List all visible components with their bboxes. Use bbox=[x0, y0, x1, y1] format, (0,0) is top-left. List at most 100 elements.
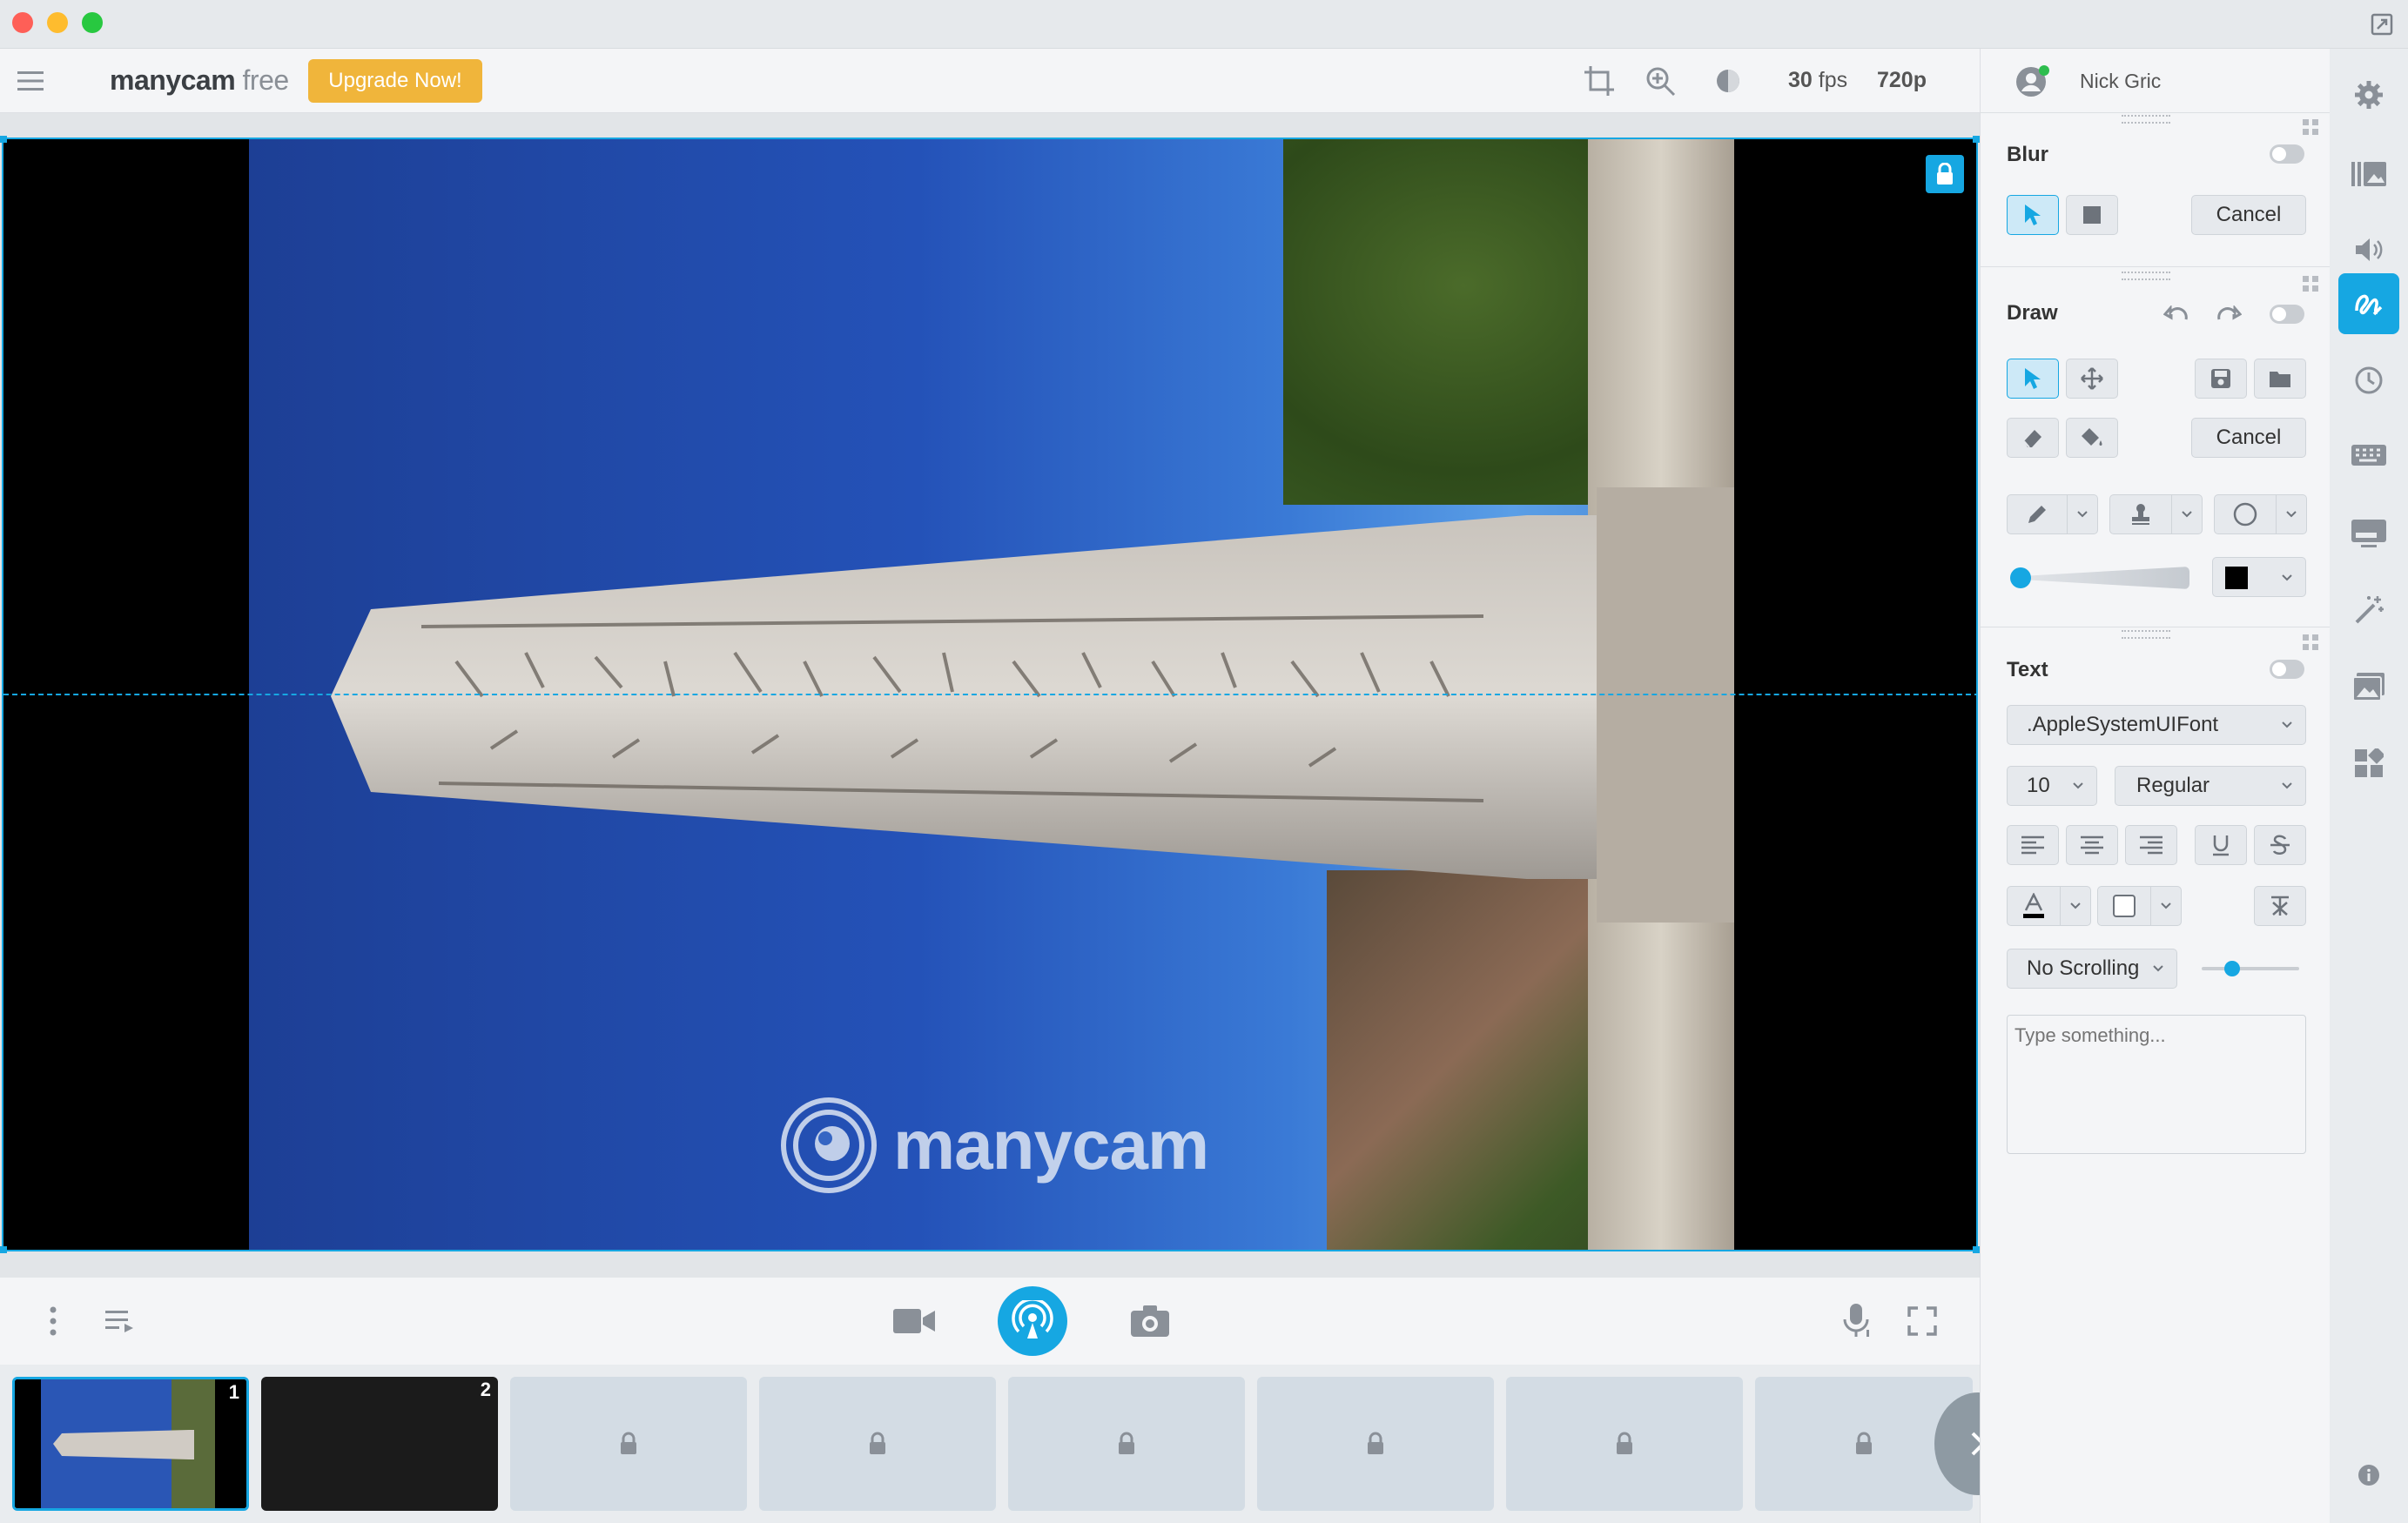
pencil-options-dropdown[interactable] bbox=[2067, 494, 2098, 534]
minimize-window-button[interactable] bbox=[47, 12, 68, 33]
hamburger-menu-icon[interactable] bbox=[16, 66, 45, 96]
upgrade-now-button[interactable]: Upgrade Now! bbox=[308, 59, 482, 103]
chevron-down-icon bbox=[2282, 574, 2292, 581]
preset-slot-1[interactable]: 1 bbox=[12, 1377, 249, 1511]
blur-select-tool-button[interactable] bbox=[2007, 195, 2059, 235]
chevron-down-icon bbox=[2286, 511, 2297, 518]
settings-icon[interactable] bbox=[2338, 64, 2399, 125]
record-video-icon[interactable] bbox=[891, 1300, 937, 1342]
fps-indicator[interactable]: 30 fps bbox=[1788, 68, 1847, 93]
more-options-icon[interactable] bbox=[38, 1304, 68, 1338]
scroll-speed-slider[interactable] bbox=[2202, 958, 2299, 979]
text-color-dropdown[interactable] bbox=[2060, 886, 2091, 926]
section-drag-handle[interactable] bbox=[2122, 630, 2170, 639]
text-input-area[interactable] bbox=[2007, 1015, 2306, 1154]
draw-cancel-button[interactable]: Cancel bbox=[2191, 418, 2306, 458]
fullscreen-toggle-icon[interactable] bbox=[2370, 12, 2394, 37]
blur-rectangle-tool-button[interactable] bbox=[2066, 195, 2118, 235]
stamp-tool-button[interactable] bbox=[2109, 494, 2172, 534]
font-style-select[interactable]: Regular bbox=[2115, 766, 2306, 806]
align-right-button[interactable] bbox=[2125, 825, 2177, 865]
close-window-button[interactable] bbox=[12, 12, 33, 33]
draw-title: Draw bbox=[2007, 301, 2058, 325]
redo-icon[interactable] bbox=[2214, 299, 2243, 329]
resolution-indicator[interactable]: 720p bbox=[1877, 68, 1927, 93]
lock-icon bbox=[1365, 1432, 1386, 1456]
microphone-icon[interactable] bbox=[1839, 1302, 1873, 1340]
playlist-icon[interactable] bbox=[103, 1304, 138, 1338]
align-left-button[interactable] bbox=[2007, 825, 2059, 865]
section-grid-icon[interactable] bbox=[2302, 275, 2319, 292]
chevron-down-icon bbox=[2077, 511, 2088, 518]
go-live-broadcast-button[interactable] bbox=[998, 1286, 1067, 1356]
shape-options-dropdown[interactable] bbox=[2276, 494, 2307, 534]
widgets-icon[interactable] bbox=[2338, 733, 2399, 794]
font-family-select[interactable]: .AppleSystemUIFont bbox=[2007, 705, 2306, 745]
resize-handle-br[interactable] bbox=[1973, 1246, 1980, 1253]
draw-toggle[interactable] bbox=[2270, 305, 2304, 324]
scrolling-mode-select[interactable]: No Scrolling bbox=[2007, 949, 2177, 989]
strikethrough-button[interactable] bbox=[2254, 825, 2306, 865]
info-icon[interactable] bbox=[2338, 1445, 2399, 1506]
effects-wand-icon[interactable] bbox=[2338, 580, 2399, 641]
font-size-select[interactable]: 10 bbox=[2007, 766, 2097, 806]
user-account-row[interactable]: Nick Gric bbox=[1981, 49, 2331, 113]
stamp-options-dropdown[interactable] bbox=[2171, 494, 2203, 534]
preset-slot-2[interactable]: 2 bbox=[261, 1377, 498, 1511]
keyboard-shortcuts-icon[interactable] bbox=[2338, 426, 2399, 487]
underline-button[interactable] bbox=[2195, 825, 2247, 865]
audio-icon[interactable] bbox=[2338, 219, 2399, 280]
draw-color-picker[interactable] bbox=[2212, 557, 2306, 597]
align-center-button[interactable] bbox=[2066, 825, 2118, 865]
clear-formatting-button[interactable] bbox=[2254, 886, 2306, 926]
draw-move-tool-button[interactable] bbox=[2066, 359, 2118, 399]
font-size-value: 10 bbox=[2027, 774, 2050, 797]
draw-eraser-tool-button[interactable] bbox=[2007, 418, 2059, 458]
snapshot-camera-icon[interactable] bbox=[1130, 1302, 1170, 1340]
user-avatar-icon bbox=[2015, 64, 2050, 99]
brightness-icon[interactable] bbox=[1710, 63, 1746, 99]
draw-fill-tool-button[interactable] bbox=[2066, 418, 2118, 458]
blur-cancel-button[interactable]: Cancel bbox=[2191, 195, 2306, 235]
pencil-tool-button[interactable] bbox=[2007, 494, 2068, 534]
circle-shape-icon bbox=[2233, 502, 2257, 527]
preset-slot-locked[interactable] bbox=[510, 1377, 747, 1511]
background-color-button[interactable] bbox=[2097, 886, 2151, 926]
section-drag-handle[interactable] bbox=[2122, 115, 2170, 124]
effects-panel: Nick Gric Blur Cancel Draw Cancel Text .… bbox=[1980, 49, 2331, 1523]
images-icon[interactable] bbox=[2338, 656, 2399, 717]
resize-handle-bl[interactable] bbox=[0, 1246, 7, 1253]
media-library-icon[interactable] bbox=[2338, 143, 2399, 204]
blur-toggle[interactable] bbox=[2270, 144, 2304, 164]
lock-icon bbox=[618, 1432, 639, 1456]
shape-tool-button[interactable] bbox=[2214, 494, 2277, 534]
undo-icon[interactable] bbox=[2162, 299, 2191, 329]
pencil-icon bbox=[2028, 506, 2046, 523]
text-toggle[interactable] bbox=[2270, 660, 2304, 679]
crop-icon[interactable] bbox=[1581, 63, 1618, 99]
lock-icon[interactable] bbox=[1926, 155, 1964, 193]
background-color-dropdown[interactable] bbox=[2150, 886, 2182, 926]
zoom-icon[interactable] bbox=[1642, 63, 1678, 99]
preset-slot-locked[interactable] bbox=[759, 1377, 996, 1511]
resize-handle-tl[interactable] bbox=[0, 136, 7, 143]
preset-slot-locked[interactable] bbox=[1506, 1377, 1743, 1511]
zoom-window-button[interactable] bbox=[82, 12, 103, 33]
preset-slot-locked[interactable] bbox=[1257, 1377, 1494, 1511]
video-preview[interactable]: manycam bbox=[2, 138, 1978, 1251]
lower-third-icon[interactable] bbox=[2338, 503, 2399, 564]
section-grid-icon[interactable] bbox=[2302, 118, 2319, 136]
preset-slot-locked[interactable] bbox=[1008, 1377, 1245, 1511]
draw-select-tool-button[interactable] bbox=[2007, 359, 2059, 399]
history-clock-icon[interactable] bbox=[2338, 350, 2399, 411]
resize-handle-tr[interactable] bbox=[1973, 136, 1980, 143]
fullscreen-icon[interactable] bbox=[1905, 1304, 1940, 1338]
draw-icon[interactable] bbox=[2338, 273, 2399, 334]
draw-open-folder-button[interactable] bbox=[2254, 359, 2306, 399]
section-drag-handle[interactable] bbox=[2122, 272, 2170, 280]
brush-size-slider[interactable] bbox=[2010, 567, 2189, 589]
draw-save-button[interactable] bbox=[2195, 359, 2247, 399]
cursor-icon bbox=[2025, 205, 2041, 225]
section-grid-icon[interactable] bbox=[2302, 634, 2319, 651]
text-color-button[interactable] bbox=[2007, 886, 2061, 926]
